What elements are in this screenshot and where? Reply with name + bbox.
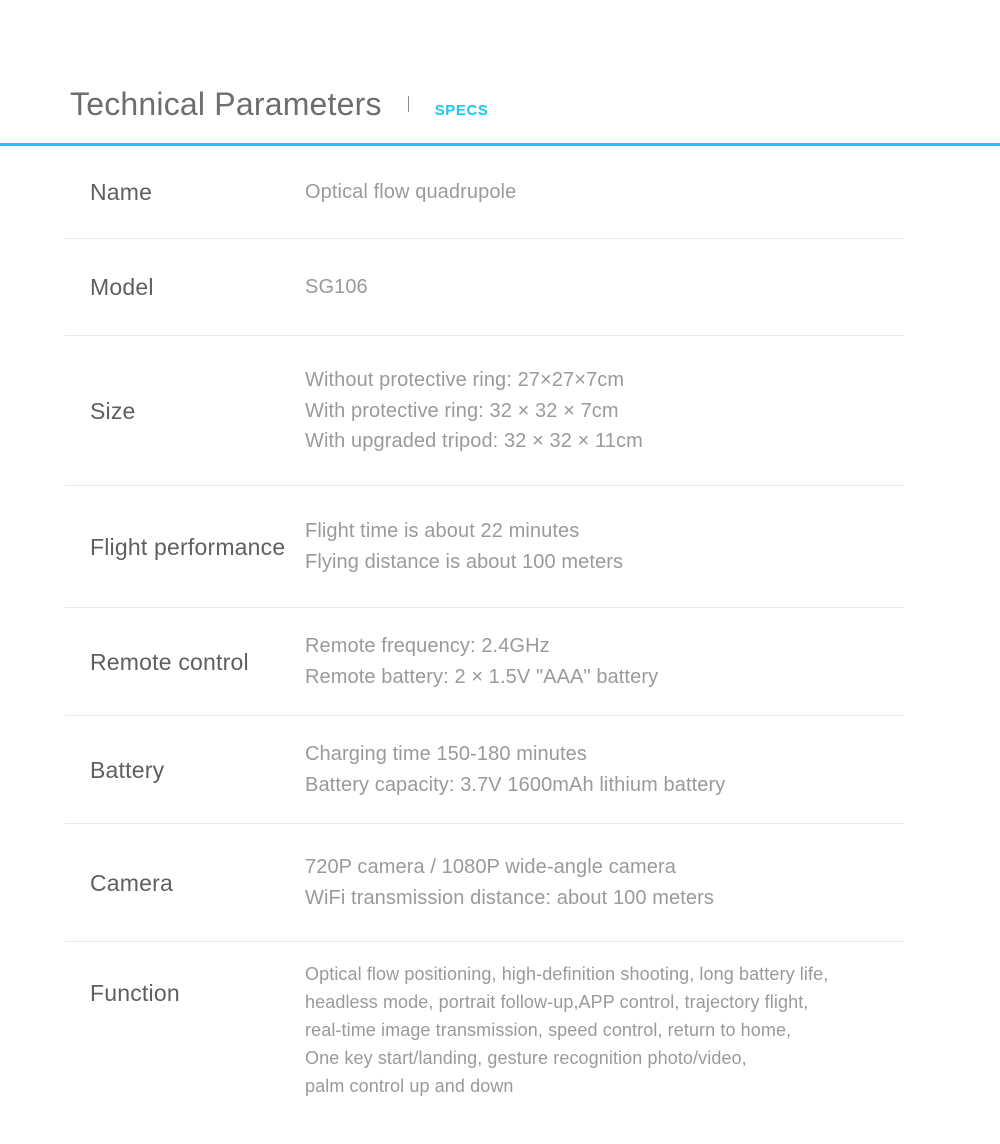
spec-label: Size bbox=[90, 397, 136, 424]
table-row: Camera 720P camera / 1080P wide-angle ca… bbox=[0, 824, 1000, 942]
value-line: palm control up and down bbox=[305, 1076, 514, 1097]
value-line: Remote battery: 2 × 1.5V "AAA" battery bbox=[305, 666, 659, 688]
value-line: With upgraded tripod: 32 × 32 × 11cm bbox=[305, 430, 643, 453]
value-line: Flight time is about 22 minutes bbox=[305, 520, 580, 543]
value-line: WiFi transmission distance: about 100 me… bbox=[305, 887, 715, 909]
spec-label: Battery bbox=[90, 756, 165, 783]
page-title: Technical Parameters bbox=[70, 86, 382, 122]
table-row: Function Optical flow positioning, high-… bbox=[0, 942, 1000, 1122]
value-line: Without protective ring: 27×27×7cm bbox=[305, 368, 625, 391]
specs-badge: SPECS bbox=[434, 102, 489, 119]
table-row: Size Without protective ring: 27×27×7cm … bbox=[0, 336, 1000, 486]
table-row: Flight performance Flight time is about … bbox=[0, 486, 1000, 608]
table-row: Battery Charging time 150-180 minutes Ba… bbox=[0, 716, 1000, 824]
spec-label: Flight performance bbox=[90, 533, 286, 560]
spec-label: Camera bbox=[90, 869, 174, 896]
spec-value: SG106 bbox=[305, 272, 1000, 303]
value-line: headless mode, portrait follow-up,APP co… bbox=[305, 992, 809, 1013]
table-row: Name Optical flow quadrupole bbox=[0, 146, 1000, 239]
value-line: With protective ring: 32 × 32 × 7cm bbox=[305, 399, 619, 422]
spec-value: Optical flow positioning, high-definitio… bbox=[305, 960, 1000, 1100]
value-line: SG106 bbox=[305, 276, 368, 299]
spec-label: Function bbox=[90, 980, 180, 1006]
value-line: Battery capacity: 3.7V 1600mAh lithium b… bbox=[305, 774, 726, 796]
page-header: Technical Parameters SPECS bbox=[0, 0, 1000, 146]
value-line: Flying distance is about 100 meters bbox=[305, 551, 624, 573]
spec-value: Charging time 150-180 minutes Battery ca… bbox=[305, 739, 1000, 801]
spec-value: Without protective ring: 27×27×7cm With … bbox=[305, 365, 1000, 457]
header-title-group: Technical Parameters SPECS bbox=[70, 88, 489, 120]
value-line: One key start/landing, gesture recogniti… bbox=[305, 1048, 747, 1069]
spec-label: Name bbox=[90, 179, 153, 206]
table-row: Model SG106 bbox=[0, 239, 1000, 336]
value-line: Remote frequency: 2.4GHz bbox=[305, 635, 550, 658]
spec-label: Model bbox=[90, 274, 154, 301]
value-line: Optical flow quadrupole bbox=[305, 181, 517, 204]
value-line: Optical flow positioning, high-definitio… bbox=[305, 964, 829, 984]
spec-value: Flight time is about 22 minutes Flying d… bbox=[305, 516, 1000, 578]
table-row: Remote control Remote frequency: 2.4GHz … bbox=[0, 608, 1000, 716]
spec-label: Remote control bbox=[90, 648, 249, 675]
title-separator bbox=[407, 96, 409, 112]
specifications-table: Name Optical flow quadrupole Model SG106… bbox=[0, 146, 1000, 1122]
value-line: real-time image transmission, speed cont… bbox=[305, 1020, 792, 1041]
value-line: 720P camera / 1080P wide-angle camera bbox=[305, 856, 676, 879]
value-line: Charging time 150-180 minutes bbox=[305, 743, 587, 766]
spec-value: 720P camera / 1080P wide-angle camera Wi… bbox=[305, 852, 1000, 914]
spec-sheet-page: Technical Parameters SPECS Name Optical … bbox=[0, 0, 1000, 1144]
spec-value: Remote frequency: 2.4GHz Remote battery:… bbox=[305, 631, 1000, 693]
spec-value: Optical flow quadrupole bbox=[305, 177, 1000, 208]
